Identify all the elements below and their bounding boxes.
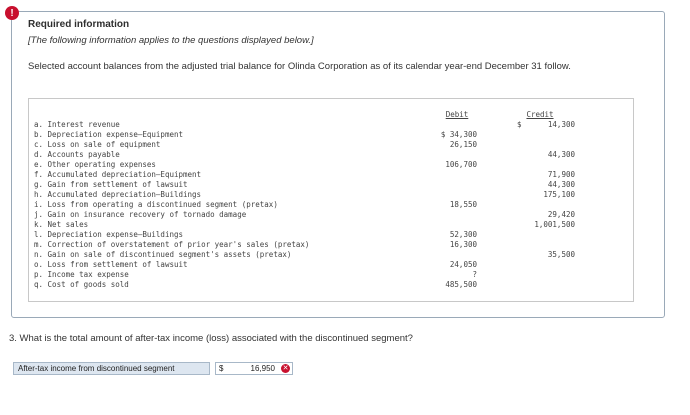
- account-label: e. Other operating expenses: [34, 160, 156, 169]
- table-row: o. Loss from settlement of lawsuit 24,050: [29, 260, 633, 270]
- debit-value: $ 34,300: [440, 130, 477, 139]
- table-row: d. Accounts payable 44,300: [29, 150, 633, 160]
- intro-text: Selected account balances from the adjus…: [28, 61, 571, 72]
- debit-value: 485,500: [445, 280, 477, 289]
- account-balances-table: Debit Credit a. Interest revenue $14,300 b…: [28, 98, 634, 302]
- account-label: b. Depreciation expense—Equipment: [34, 130, 184, 139]
- answer-row: After-tax income from discontinued segme…: [13, 362, 293, 375]
- account-label: j. Gain on insurance recovery of tornado…: [34, 210, 247, 219]
- table-row: p. Income tax expense?: [29, 270, 633, 280]
- table-row: k. Net sales 1,001,500: [29, 220, 633, 230]
- wrong-icon: ✕: [281, 364, 290, 373]
- account-label: c. Loss on sale of equipment: [34, 140, 161, 149]
- table-row: j. Gain on insurance recovery of tornado…: [29, 210, 633, 220]
- panel-title: Required information: [28, 19, 130, 30]
- answer-input[interactable]: $ 16,950 ✕: [215, 362, 293, 375]
- table-row: m. Correction of overstatement of prior …: [29, 240, 633, 250]
- account-label: m. Correction of overstatement of prior …: [34, 240, 310, 249]
- account-label: a. Interest revenue: [34, 120, 120, 129]
- debit-value: 24,050: [449, 260, 477, 269]
- debit-value: 26,150: [449, 140, 477, 149]
- table-row: l. Depreciation expense—Buildings 52,300: [29, 230, 633, 240]
- account-label: p. Income tax expense: [34, 270, 129, 279]
- credit-value: 71,900: [547, 170, 575, 179]
- table-row: f. Accumulated depreciation—Equipment 71,…: [29, 170, 633, 180]
- debit-value: 106,700: [445, 160, 477, 169]
- credit-header: Credit: [526, 110, 554, 119]
- account-label: o. Loss from settlement of lawsuit: [34, 260, 188, 269]
- panel-subtitle: [The following information applies to th…: [28, 35, 314, 46]
- currency-symbol: $: [219, 364, 224, 373]
- alert-icon: !: [5, 6, 19, 20]
- account-label: h. Accumulated depreciation—Buildings: [34, 190, 202, 199]
- credit-value: 14,300: [547, 120, 575, 129]
- credit-value: 175,100: [543, 190, 575, 199]
- answer-value: 16,950: [250, 364, 275, 373]
- account-label: k. Net sales: [34, 220, 89, 229]
- table-row: g. Gain from settlement of lawsuit 44,300: [29, 180, 633, 190]
- table-row: b. Depreciation expense—Equipment $ 34,30…: [29, 130, 633, 140]
- table-row: a. Interest revenue $14,300: [29, 120, 633, 130]
- account-label: q. Cost of goods sold: [34, 280, 129, 289]
- account-label: g. Gain from settlement of lawsuit: [34, 180, 188, 189]
- question-text: 3. What is the total amount of after-tax…: [9, 333, 413, 344]
- debit-value: 18,550: [449, 200, 477, 209]
- account-label: i. Loss from operating a discontinued se…: [34, 200, 278, 209]
- account-label: d. Accounts payable: [34, 150, 120, 159]
- account-label: f. Accumulated depreciation—Equipment: [34, 170, 202, 179]
- table-row: n. Gain on sale of discontinued segment'…: [29, 250, 633, 260]
- debit-value: 52,300: [449, 230, 477, 239]
- debit-value: ?: [472, 270, 477, 279]
- account-label: n. Gain on sale of discontinued segment'…: [34, 250, 292, 259]
- credit-value: 44,300: [547, 180, 575, 189]
- table-row: q. Cost of goods sold 485,500: [29, 280, 633, 290]
- table-row: h. Accumulated depreciation—Buildings 175…: [29, 190, 633, 200]
- credit-value: 29,420: [547, 210, 575, 219]
- table-row: e. Other operating expenses 106,700: [29, 160, 633, 170]
- account-label: l. Depreciation expense—Buildings: [34, 230, 184, 239]
- credit-value: 1,001,500: [534, 220, 575, 229]
- table-row: i. Loss from operating a discontinued se…: [29, 200, 633, 210]
- answer-label: After-tax income from discontinued segme…: [13, 362, 210, 375]
- debit-value: 16,300: [449, 240, 477, 249]
- debit-header: Debit: [445, 110, 469, 119]
- table-row: c. Loss on sale of equipment 26,150: [29, 140, 633, 150]
- credit-value: 44,300: [547, 150, 575, 159]
- credit-value: 35,500: [547, 250, 575, 259]
- credit-currency: $: [517, 120, 522, 129]
